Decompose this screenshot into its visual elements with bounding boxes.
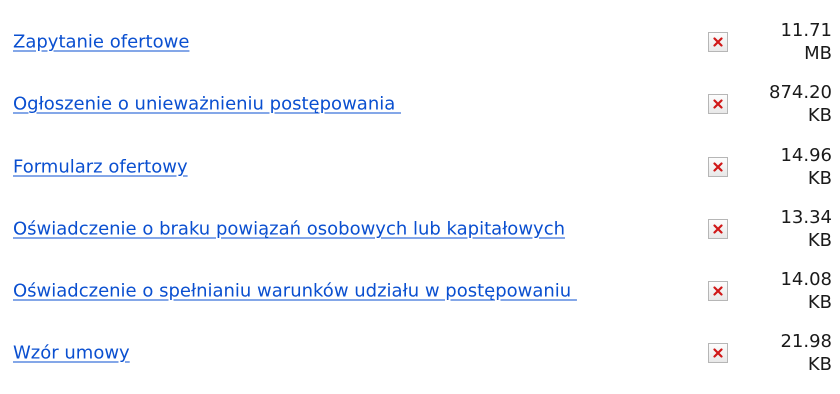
broken-image-icon[interactable] [708,281,728,301]
file-size-unit: KB [807,168,832,189]
file-size: 21.98 KB [780,330,832,376]
file-size-value: 13.34 [780,207,832,228]
file-row: Wzór umowy 21.98 KB [0,325,840,381]
file-size: 14.96 KB [780,144,832,190]
broken-image-icon[interactable] [708,343,728,363]
file-row: Formularz ofertowy 14.96 KB [0,139,840,195]
file-size: 11.71 MB [780,19,832,65]
file-size-unit: KB [807,105,832,126]
file-row: Zapytanie ofertowe 11.71 MB [0,14,840,70]
file-size-unit: MB [804,43,832,64]
file-link[interactable]: Ogłoszenie o unieważnieniu postępowania [13,94,401,115]
file-row: Ogłoszenie o unieważnieniu postępowania … [0,76,840,132]
file-size: 874.20 KB [769,81,832,127]
file-link[interactable]: Oświadczenie o spełnianiu warunków udzia… [13,281,577,302]
file-row: Oświadczenie o spełnianiu warunków udzia… [0,263,840,319]
broken-image-icon[interactable] [708,157,728,177]
file-link[interactable]: Zapytanie ofertowe [13,32,189,53]
file-size-value: 14.96 [780,145,832,166]
file-link[interactable]: Formularz ofertowy [13,157,188,178]
broken-image-icon[interactable] [708,32,728,52]
file-size-value: 11.71 [780,20,832,41]
broken-image-icon[interactable] [708,219,728,239]
file-size-value: 14.08 [780,269,832,290]
file-link[interactable]: Oświadczenie o braku powiązań osobowych … [13,219,565,240]
file-link[interactable]: Wzór umowy [13,343,130,364]
file-size-unit: KB [807,230,832,251]
broken-image-icon[interactable] [708,94,728,114]
file-size-unit: KB [807,292,832,313]
file-size-value: 874.20 [769,82,832,103]
file-row: Oświadczenie o braku powiązań osobowych … [0,201,840,257]
file-size-value: 21.98 [780,331,832,352]
file-size: 13.34 KB [780,206,832,252]
file-size-unit: KB [807,354,832,375]
file-size: 14.08 KB [780,268,832,314]
